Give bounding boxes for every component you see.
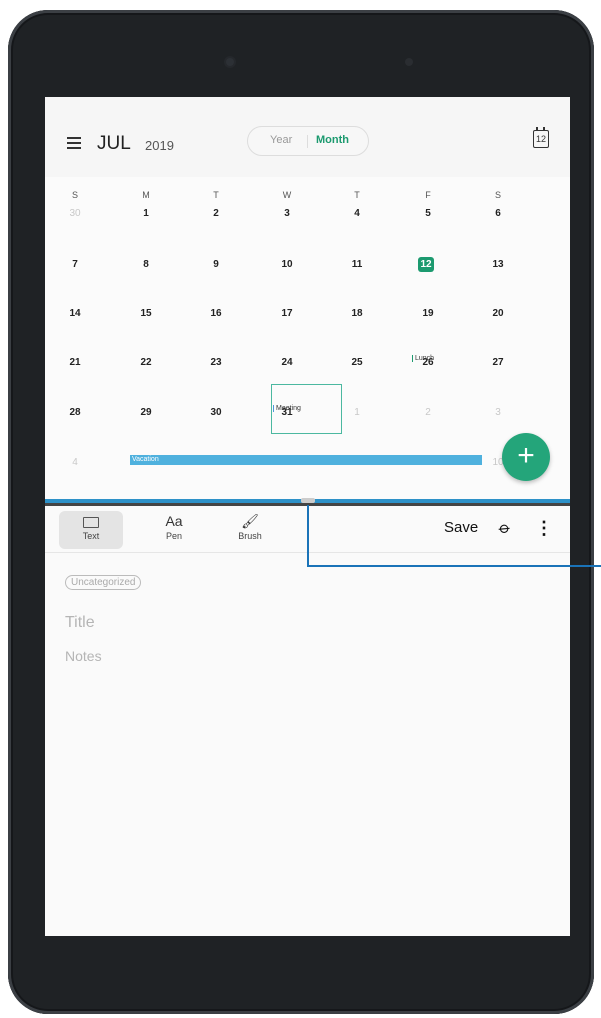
notes-field[interactable]: Notes: [65, 648, 102, 664]
day-cell[interactable]: 23: [201, 357, 231, 368]
day-cell[interactable]: 27: [483, 357, 513, 368]
split-handle[interactable]: [301, 498, 315, 503]
more-options-icon[interactable]: ⋮: [535, 518, 553, 539]
day-cell[interactable]: 3: [272, 208, 302, 219]
tab-label: Pen: [165, 531, 182, 541]
day-cell[interactable]: 13: [483, 259, 513, 270]
today-calendar-icon[interactable]: 12: [533, 127, 549, 148]
tab-pen[interactable]: Aa Pen: [142, 511, 206, 549]
day-cell[interactable]: 24: [272, 357, 302, 368]
notes-pane: Text Aa Pen 🖌 Brush Save ⌀ ⋮ Uncategoriz…: [45, 506, 570, 936]
add-event-button[interactable]: +: [502, 433, 550, 481]
weekday-label: T: [213, 190, 219, 200]
brush-icon: 🖌: [241, 513, 259, 529]
view-toggle: Year Month: [247, 126, 369, 156]
sensor-icon: [405, 58, 413, 66]
camera-icon: [226, 58, 234, 66]
meeting-event[interactable]: Meeting: [273, 405, 301, 412]
day-cell[interactable]: 3: [483, 407, 513, 418]
category-chip[interactable]: Uncategorized: [65, 575, 142, 590]
day-cell[interactable]: 17: [272, 308, 302, 319]
day-cell[interactable]: 6: [483, 208, 513, 219]
title-field[interactable]: Title: [65, 614, 95, 632]
menu-icon[interactable]: [67, 137, 81, 149]
weekday-label: T: [354, 190, 360, 200]
calendar-grid: S M T W T F S 30 1 2 3 4 5 6 7 8 9 10 11 13 14 15 16 17 1…: [45, 177, 570, 499]
weekday-label: W: [282, 190, 292, 200]
day-cell[interactable]: 20: [483, 308, 513, 319]
day-cell[interactable]: 5: [413, 208, 443, 219]
tab-brush[interactable]: 🖌 Brush: [218, 511, 282, 549]
month-view-button[interactable]: Month: [316, 134, 349, 146]
attach-icon[interactable]: ⌀: [495, 517, 515, 539]
callout-line: [307, 505, 309, 566]
day-cell[interactable]: 21: [60, 357, 90, 368]
lunch-event[interactable]: Lunch: [412, 355, 434, 362]
day-cell[interactable]: 25: [342, 357, 372, 368]
tab-text[interactable]: Text: [59, 511, 123, 549]
day-cell[interactable]: 19: [413, 308, 443, 319]
today-badge[interactable]: 12: [418, 257, 434, 272]
pen-icon: Aa: [165, 513, 183, 529]
weekday-label: S: [494, 190, 501, 200]
day-cell[interactable]: 1: [342, 407, 372, 418]
save-button[interactable]: Save: [444, 519, 478, 536]
day-cell[interactable]: 30: [201, 407, 231, 418]
tab-label: Brush: [238, 531, 262, 541]
weekday-label: M: [142, 190, 150, 200]
day-cell[interactable]: 11: [342, 259, 372, 270]
vacation-event-bar[interactable]: [130, 455, 482, 465]
day-cell[interactable]: 2: [201, 208, 231, 219]
day-cell[interactable]: 4: [342, 208, 372, 219]
year-view-button[interactable]: Year: [270, 134, 292, 146]
day-cell[interactable]: 16: [201, 308, 231, 319]
day-cell[interactable]: 10: [272, 259, 302, 270]
day-cell[interactable]: 14: [60, 308, 90, 319]
day-cell[interactable]: 9: [201, 259, 231, 270]
weekday-label: S: [71, 190, 78, 200]
day-cell[interactable]: 2: [413, 407, 443, 418]
vacation-event-label: Vacation: [132, 456, 159, 463]
day-cell[interactable]: 18: [342, 308, 372, 319]
day-cell[interactable]: 29: [131, 407, 161, 418]
day-cell[interactable]: 15: [131, 308, 161, 319]
day-cell[interactable]: 1: [131, 208, 161, 219]
day-cell[interactable]: 22: [131, 357, 161, 368]
day-cell[interactable]: 8: [131, 259, 161, 270]
day-cell[interactable]: 7: [60, 259, 90, 270]
keyboard-icon: [59, 511, 123, 531]
day-cell[interactable]: 30: [60, 208, 90, 219]
toggle-divider: [307, 135, 308, 148]
weekday-label: F: [425, 190, 431, 200]
callout-line: [307, 565, 601, 567]
year-title: 2019: [145, 138, 174, 153]
tab-label: Text: [82, 531, 100, 541]
day-cell[interactable]: 4: [60, 457, 90, 468]
calendar-header: JUL 2019 Year Month 12: [45, 97, 570, 177]
day-cell[interactable]: 28: [60, 407, 90, 418]
month-title: JUL: [97, 133, 131, 154]
